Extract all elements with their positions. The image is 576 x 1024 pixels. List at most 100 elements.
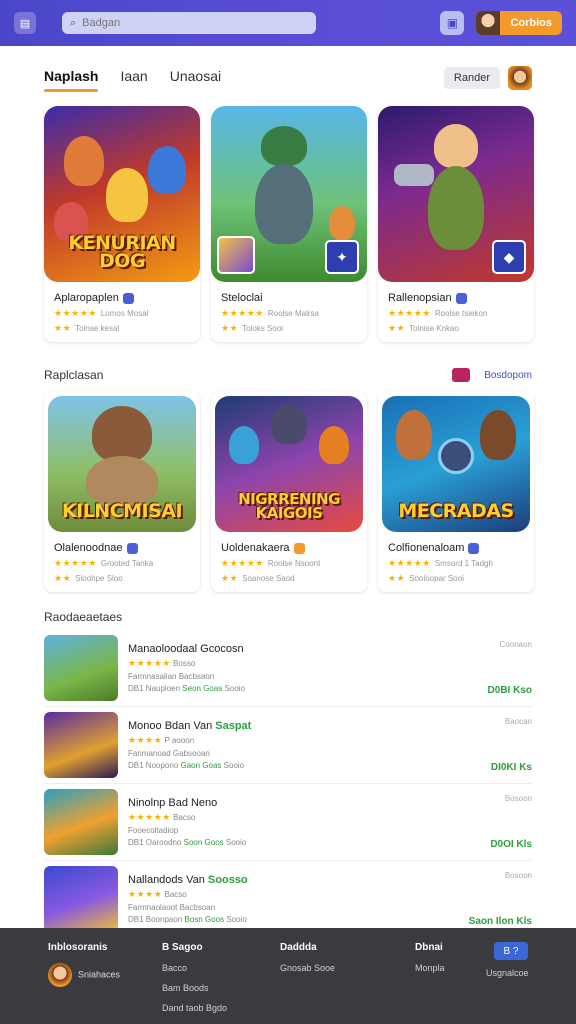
tab-iaan[interactable]: Iaan — [120, 68, 147, 88]
menu-icon[interactable]: ▤ — [14, 12, 36, 34]
list-item-meta: DB1 Boonpaon — [128, 915, 183, 924]
list-item-genre: Fooecoltadiop — [128, 826, 179, 835]
game-meta: Lomos Mosal — [100, 309, 149, 318]
game-art: ◆ — [378, 106, 534, 282]
game-meta: Tolnise Knkao — [409, 324, 459, 333]
game-list: Manaoloodaal Gcocosn ★★★★★ Bosso Farmnas… — [44, 630, 532, 938]
game-card[interactable]: ✦ Steloclai ★★★★★ Roolse Malrsa ★★ Toloks … — [211, 106, 367, 342]
main-content: Naplash Iaan Unaosai Rander KENURIAN DOG… — [0, 46, 576, 938]
game-art-title: NIGRRENING KAIGOIS — [238, 489, 340, 522]
profile-button-label: Corbios — [510, 17, 552, 29]
rating-stars: ★★★★ — [128, 735, 163, 745]
profile-button[interactable]: Corbios — [476, 11, 562, 35]
search-box[interactable]: ⌕ — [62, 12, 316, 34]
rating-stars: ★★★★★ — [221, 308, 264, 318]
game-card[interactable]: ◆ Rallenopsian ★★★★★ Roolse tsiekon ★★ Tol… — [378, 106, 534, 342]
game-meta: Roolse Malrsa — [267, 309, 319, 318]
game-meta: Smsord 1 Tadgh — [434, 559, 493, 568]
gift-icon[interactable]: ▣ — [440, 11, 465, 35]
footer-link[interactable]: Dand taob Bgdo — [162, 1003, 227, 1013]
recommended-row: KILNCMISAI Olalenoodnae ★★★★★ Grooted Tan… — [44, 392, 534, 592]
list-item[interactable]: Nallandods Van Soosso ★★★★ Bacso Farmnao… — [44, 861, 532, 938]
game-card[interactable]: NIGRRENING KAIGOIS Uoldenakaera ★★★★★ Roo… — [211, 392, 367, 592]
mini-thumbnail — [217, 236, 255, 274]
list-thumbnail — [44, 789, 118, 855]
game-meta: Roolse Nsoont — [267, 559, 321, 568]
footer-link[interactable]: Bacco — [162, 963, 227, 973]
game-art: NIGRRENING KAIGOIS — [215, 396, 363, 532]
game-art-title: MECRADAS — [398, 499, 514, 522]
platform-icon — [468, 542, 480, 554]
list-item-meta: DB1 Nauploen — [128, 684, 181, 693]
game-card[interactable]: MECRADAS Colfionenaloam ★★★★★ Smsord 1 Ta… — [378, 392, 534, 592]
game-card[interactable]: KENURIAN DOG Aplaropaplen ★★★★★ Lomos Mos… — [44, 106, 200, 342]
list-item-meta: Sooio — [224, 684, 246, 693]
footer-avatar — [48, 963, 72, 987]
see-more-link[interactable]: Bosdopom — [484, 370, 532, 381]
list-item-price[interactable]: D0BI Kso — [488, 685, 532, 696]
list-item-meta: Sooio — [226, 915, 247, 924]
game-name: Rallenopsian — [388, 292, 452, 304]
section-title: Raplclasan — [44, 368, 104, 382]
tab-bar: Naplash Iaan Unaosai Rander — [44, 46, 532, 102]
list-item-tag: Bosn Goos — [184, 915, 225, 924]
rating-stars: ★★★★★ — [54, 308, 97, 318]
video-icon[interactable] — [452, 368, 471, 382]
search-icon: ⌕ — [70, 16, 77, 29]
rating-stars: ★★★★★ — [54, 558, 97, 568]
list-item-genre: Farmnasalian Bacbsaon — [128, 672, 215, 681]
rating-stars: ★★★★★ — [221, 558, 264, 568]
list-item-title: Manaoloodaal Gcocosn — [128, 643, 244, 655]
list-item-tag: Gaon Goas — [180, 761, 222, 770]
list-item-title: Monoo Bdan Van — [128, 720, 213, 732]
list-item-status: Bosoon — [504, 794, 532, 803]
tab-naplash[interactable]: Naplash — [44, 68, 99, 92]
game-art: KILNCMISAI — [48, 396, 196, 532]
list-item-meta: DB1 Noopono — [128, 761, 179, 770]
game-art-title: KENURIAN DOG — [68, 231, 176, 272]
rating-stars: ★★★★★ — [128, 812, 171, 822]
rating-text: Bosso — [173, 659, 196, 668]
list-item[interactable]: Manaoloodaal Gcocosn ★★★★★ Bosso Farmnas… — [44, 630, 532, 707]
rating-stars: ★★ — [388, 323, 406, 333]
list-item[interactable]: Monoo Bdan Van Saspat ★★★★ P aooon Fanma… — [44, 707, 532, 784]
game-art: MECRADAS — [382, 396, 530, 532]
list-item-price[interactable]: D0OI Kls — [490, 839, 532, 850]
list-thumbnail — [44, 712, 118, 778]
rating-stars: ★★ — [54, 573, 72, 583]
footer-link[interactable]: Bam Boods — [162, 983, 227, 993]
game-card[interactable]: KILNCMISAI Olalenoodnae ★★★★★ Grooted Tan… — [44, 392, 200, 592]
app-badge-icon: ✦ — [325, 240, 359, 274]
rating-stars: ★★★★★ — [128, 658, 171, 668]
game-meta: Soanose Saod — [242, 574, 295, 583]
rating-stars: ★★ — [388, 573, 406, 583]
list-item-tag: Soon Goos — [183, 838, 224, 847]
search-input[interactable] — [82, 17, 303, 29]
list-thumbnail — [44, 866, 118, 932]
footer: Inblosoranis Sniahaces B Sagoo Bacco Bam… — [0, 928, 576, 1024]
footer-col-heading: B Sagoo — [162, 942, 203, 953]
footer-link[interactable]: Gnosab Sooe — [280, 963, 335, 973]
footer-link[interactable]: Monpla — [415, 963, 445, 973]
list-item-price[interactable]: Saon Ilon Kls — [469, 916, 532, 927]
game-name: Olalenoodnae — [54, 542, 123, 554]
list-item-price[interactable]: DI0KI Ks — [491, 762, 532, 773]
game-art: KENURIAN DOG — [44, 106, 200, 282]
rating-stars: ★★★★★ — [388, 558, 431, 568]
user-avatar[interactable] — [508, 66, 532, 90]
list-item[interactable]: Ninolnp Bad Neno ★★★★★ Bacso Fooecoltadi… — [44, 784, 532, 861]
render-button[interactable]: Rander — [443, 67, 500, 89]
rating-text: Bacso — [164, 890, 187, 899]
tab-unaosai[interactable]: Unaosai — [170, 68, 221, 88]
platform-icon — [122, 292, 134, 304]
help-button[interactable]: B ? — [494, 942, 528, 960]
list-heading: Raodaeaetaes — [44, 610, 123, 624]
list-item-status: Coonaon — [499, 640, 532, 649]
platform-icon — [293, 542, 305, 554]
list-item-meta: Sooio — [223, 761, 245, 770]
rating-stars: ★★ — [221, 323, 239, 333]
game-meta: Tolnse kesal — [75, 324, 120, 333]
footer-user[interactable]: Sniahaces — [78, 969, 120, 979]
list-item-title: Nallandods Van — [128, 874, 205, 886]
footer-link[interactable]: Usgnalcoe — [486, 968, 529, 978]
